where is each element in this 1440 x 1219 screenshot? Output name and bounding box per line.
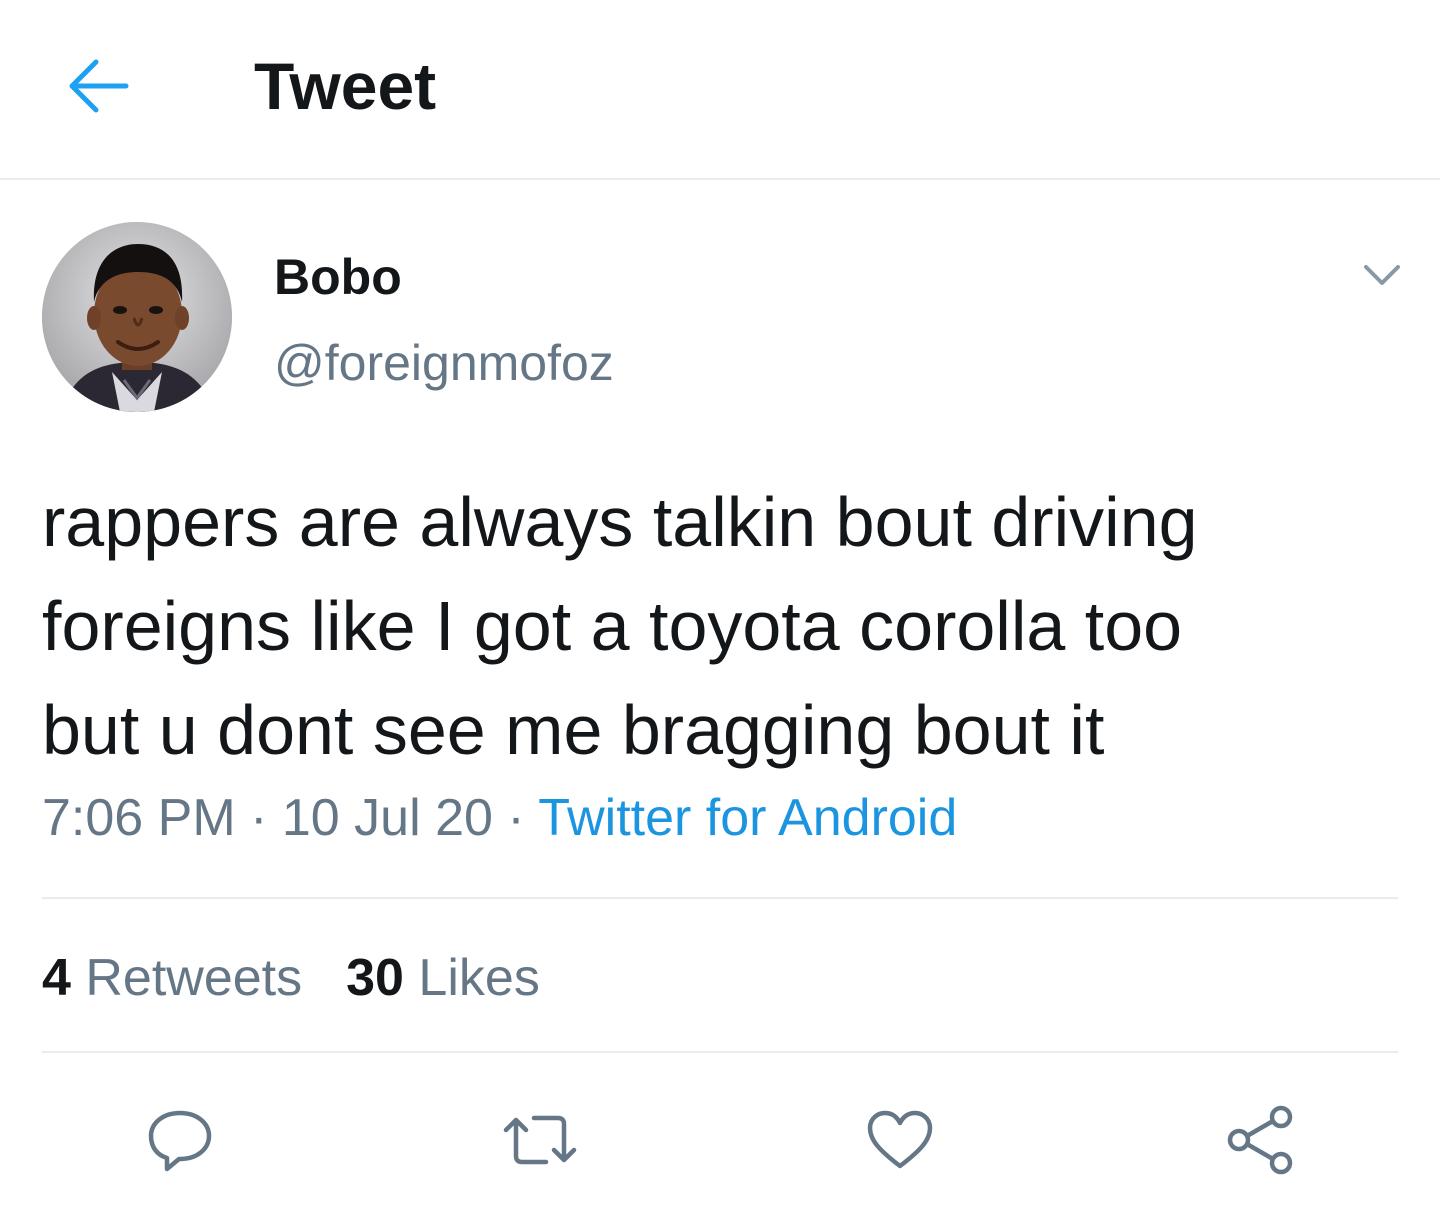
user-handle[interactable]: @foreignmofoz [274,334,614,392]
heart-icon [867,1110,933,1169]
tweet-time: 7:06 PM [42,789,236,847]
tweet-date: 10 Jul 20 [281,789,493,847]
chevron-down-icon [1364,265,1400,285]
reply-button[interactable] [138,1098,222,1182]
display-name[interactable]: Bobo [274,248,402,306]
like-button[interactable] [858,1098,942,1182]
share-button[interactable] [1218,1098,1302,1182]
arrow-left-icon [69,59,129,113]
tweet-text: rappers are always talkin bout driving f… [42,483,1198,769]
meta-separator: · [492,789,539,847]
retweet-button[interactable] [498,1098,582,1182]
likes-count: 30 [346,949,404,1007]
profile-photo [42,222,232,412]
divider [42,897,1398,899]
back-button[interactable] [60,48,136,124]
retweets-stat[interactable]: 4 Retweets [42,946,302,1010]
retweets-count: 4 [42,949,71,1007]
top-app-bar: Tweet [0,0,1440,180]
tweet-detail-page: Tweet Bobo @foreignmofoz rappers are alw… [0,0,1440,1219]
avatar[interactable] [42,222,232,412]
likes-stat[interactable]: 30 Likes [346,946,540,1010]
tweet-source-link[interactable]: Twitter for Android [538,789,957,847]
reply-icon [148,1110,212,1172]
meta-separator: · [235,789,282,847]
retweet-icon [503,1115,577,1165]
share-icon [1227,1105,1293,1175]
retweets-label: Retweets [70,949,303,1007]
divider [42,1051,1398,1053]
page-title: Tweet [254,49,437,123]
more-options-button[interactable] [1352,250,1412,300]
likes-label: Likes [403,949,540,1007]
tweet-meta: 7:06 PM · 10 Jul 20 · Twitter for Androi… [42,786,957,850]
tweet-stats: 4 Retweets 30 Likes [42,946,540,1010]
